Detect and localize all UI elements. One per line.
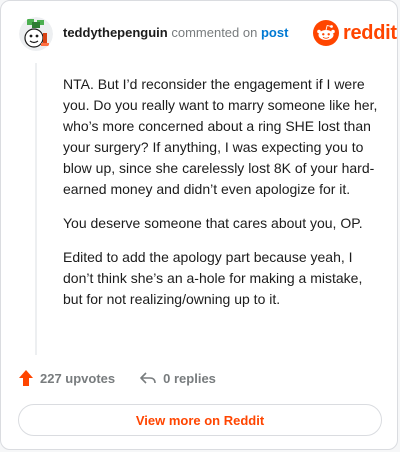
snoo-avatar-icon (19, 17, 53, 51)
upvote-action[interactable]: 227 upvotes (18, 369, 115, 387)
user-avatar[interactable] (19, 17, 53, 51)
comment-body: NTA. But I’d reconsider the engagement i… (63, 74, 381, 323)
view-more-button[interactable]: View more on Reddit (18, 404, 382, 436)
reddit-logo[interactable]: reddit (313, 20, 397, 46)
post-link[interactable]: post (261, 25, 288, 40)
comment-paragraph-2: You deserve someone that cares about you… (63, 215, 363, 231)
reply-count: 0 replies (163, 370, 216, 386)
reddit-wordmark: reddit (343, 21, 397, 44)
upvote-arrow-icon (19, 370, 33, 386)
comment-actions: 227 upvotes 0 replies (18, 369, 216, 387)
reply-arrow-icon (140, 372, 156, 384)
comment-paragraph-3: Edited to add the apology part because y… (63, 249, 363, 307)
thread-line[interactable] (35, 63, 37, 355)
username-link[interactable]: teddythepenguin (63, 25, 168, 40)
reddit-snoo-icon (313, 20, 339, 46)
upvote-count: 227 upvotes (40, 370, 116, 386)
commented-on-text: commented on (171, 25, 258, 40)
embedded-comment-card: teddythepenguin commented on post reddit… (0, 0, 398, 450)
comment-header: teddythepenguin commented on post (63, 25, 288, 40)
reply-action[interactable]: 0 replies (139, 370, 216, 386)
comment-paragraph-1: NTA. But I’d reconsider the engagement i… (63, 76, 378, 197)
